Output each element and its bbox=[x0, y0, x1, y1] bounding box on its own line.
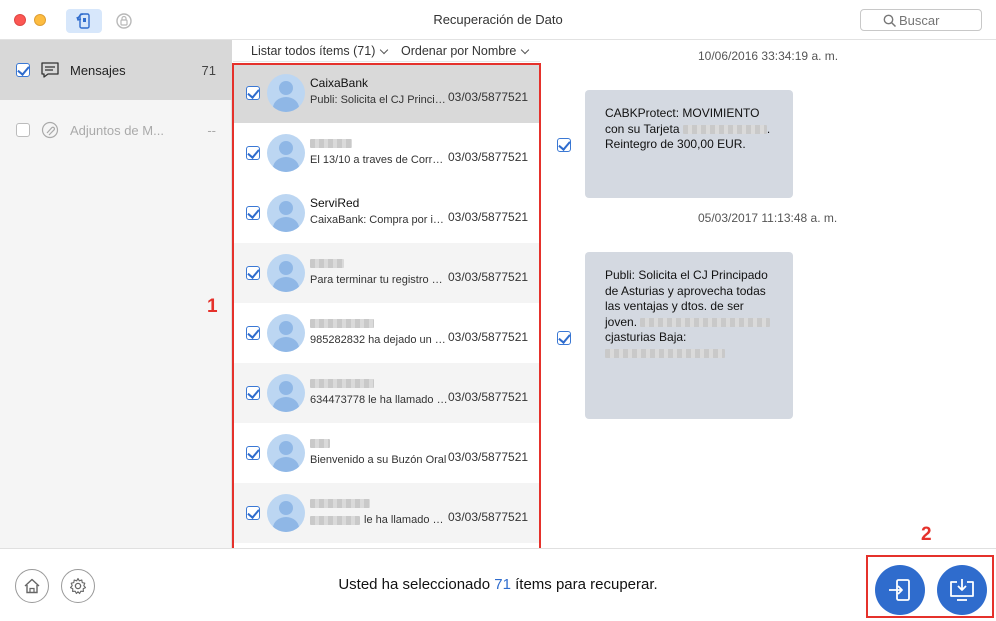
message-checkbox[interactable] bbox=[557, 331, 571, 345]
summary-suffix: ítems para recuperar. bbox=[510, 576, 658, 593]
filter-dropdown[interactable]: Listar todos ítems (71) bbox=[251, 44, 389, 58]
annotation-number-2: 2 bbox=[921, 524, 932, 545]
selection-summary: Usted ha seleccionado 71 ítems para recu… bbox=[0, 576, 996, 593]
attachments-checkbox[interactable] bbox=[16, 123, 30, 137]
bubble-line: CABKProtect: MOVIMIENTO bbox=[605, 106, 760, 120]
paperclip-icon bbox=[41, 121, 59, 139]
sort-label: Ordenar por Nombre bbox=[401, 44, 517, 58]
bubble-line: cjasturias Baja: bbox=[605, 330, 687, 344]
message-bubble: Publi: Solicita el CJ Principado de Astu… bbox=[585, 252, 793, 419]
bubble-line: con su Tarjeta . bbox=[605, 121, 771, 136]
filter-label: Listar todos ítems (71) bbox=[251, 44, 376, 58]
message-timestamp: 10/06/2016 33:34:19 a. m. bbox=[698, 49, 839, 63]
title-bar: Recuperación de Dato bbox=[0, 0, 996, 40]
conversation-detail: 10/06/2016 33:34:19 a. m. CABKProtect: M… bbox=[541, 40, 996, 548]
sidebar-item-count: 71 bbox=[201, 62, 216, 78]
bubble-line: joven. bbox=[605, 315, 773, 331]
footer-bar: Usted ha seleccionado 71 ítems para recu… bbox=[0, 548, 996, 621]
sidebar-item-attachments[interactable]: Adjuntos de M... -- bbox=[0, 100, 232, 160]
sidebar-item-messages[interactable]: Mensajes 71 bbox=[0, 40, 232, 100]
bubble-line-text: con su Tarjeta bbox=[605, 121, 680, 136]
bubble-line: las ventajas y dtos. de ser bbox=[605, 299, 744, 313]
bubble-line: Publi: Solicita el CJ Principado bbox=[605, 268, 768, 282]
messages-checkbox[interactable] bbox=[16, 63, 30, 77]
summary-prefix: Usted ha seleccionado bbox=[338, 576, 495, 593]
annotation-box-actions bbox=[866, 555, 994, 618]
list-header: Listar todos ítems (71) Ordenar por Nomb… bbox=[233, 40, 540, 62]
annotation-box-list bbox=[232, 63, 541, 550]
sidebar-item-label: Mensajes bbox=[70, 62, 126, 78]
sidebar-item-count: -- bbox=[207, 122, 216, 138]
sort-dropdown[interactable]: Ordenar por Nombre bbox=[401, 44, 530, 58]
annotation-number-1: 1 bbox=[207, 296, 218, 317]
chat-bubble-icon bbox=[41, 62, 59, 78]
chevron-down-icon bbox=[380, 45, 389, 55]
message-timestamp: 05/03/2017 11:13:48 a. m. bbox=[698, 211, 838, 225]
bubble-line: de Asturias y aprovecha todas bbox=[605, 283, 766, 298]
category-sidebar: Mensajes 71 Adjuntos de M... -- bbox=[0, 40, 232, 548]
search-input[interactable] bbox=[899, 12, 979, 28]
bubble-line-text: joven. bbox=[605, 314, 638, 329]
message-checkbox[interactable] bbox=[557, 138, 571, 152]
bubble-line bbox=[605, 346, 773, 362]
search-icon bbox=[883, 14, 897, 28]
sidebar-item-label: Adjuntos de M... bbox=[70, 122, 164, 138]
bubble-line: Reintegro de 300,00 EUR. bbox=[605, 137, 746, 151]
message-bubble: CABKProtect: MOVIMIENTO con su Tarjeta .… bbox=[585, 90, 793, 198]
chevron-down-icon bbox=[521, 45, 530, 55]
selected-count: 71 bbox=[494, 576, 511, 593]
window-title: Recuperación de Dato bbox=[433, 12, 563, 27]
search-box[interactable] bbox=[860, 9, 982, 31]
